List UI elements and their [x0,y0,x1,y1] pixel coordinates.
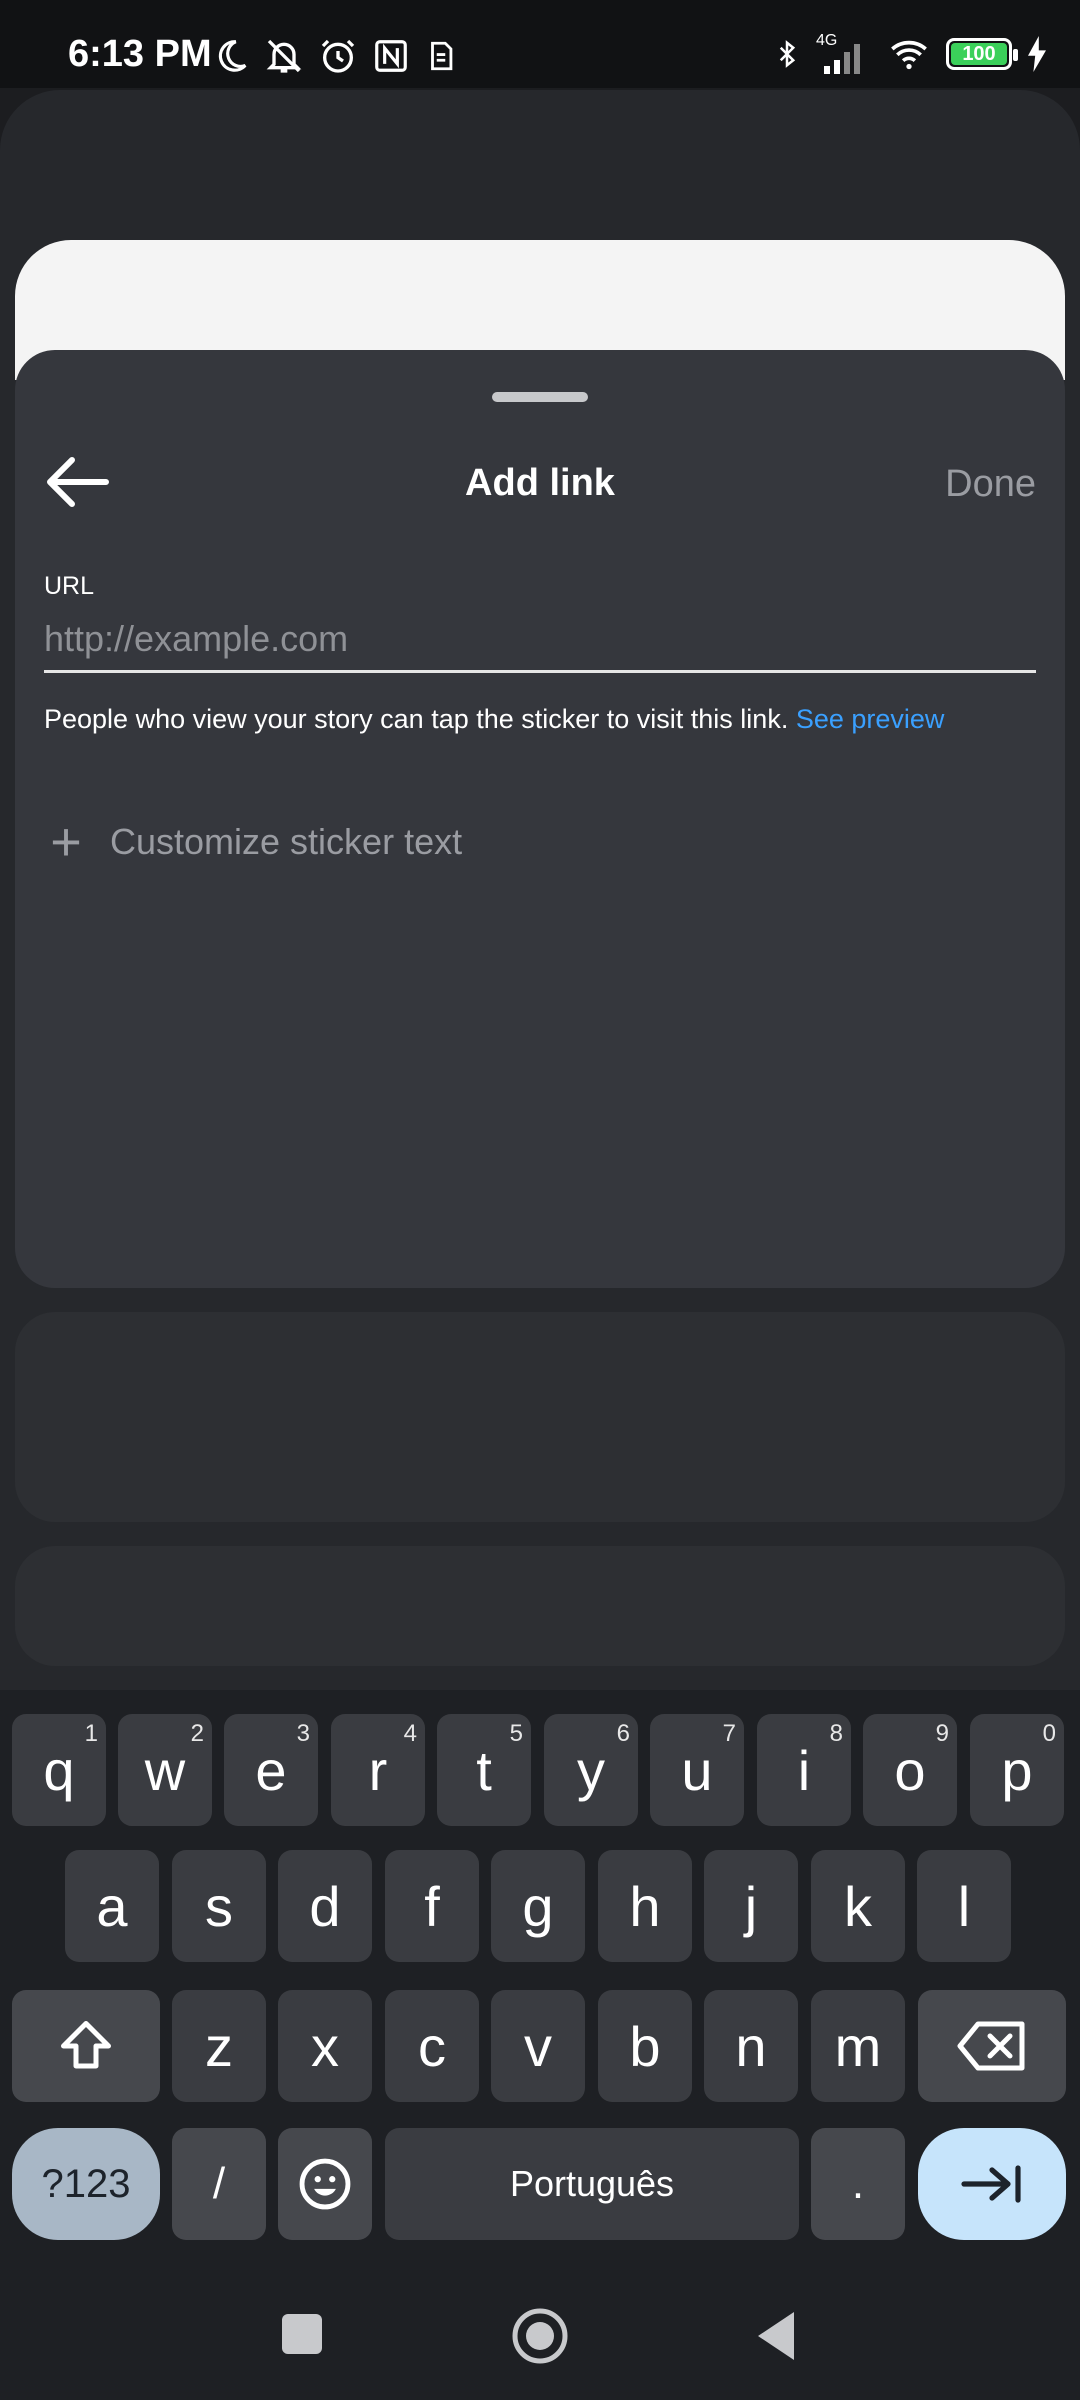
signal-icon [824,44,860,74]
drag-handle[interactable] [492,392,588,402]
key-f[interactable]: f [385,1850,479,1962]
emoji-key[interactable] [278,2128,372,2240]
key-k[interactable]: k [811,1850,905,1962]
battery-level: 100 [962,43,996,65]
navigation-bar [0,2260,1080,2400]
key-w[interactable]: w2 [118,1714,212,1826]
key-p[interactable]: p0 [970,1714,1064,1826]
key-m[interactable]: m [811,1990,905,2102]
key-t[interactable]: t5 [437,1714,531,1826]
shift-icon [61,2021,111,2069]
home-button[interactable] [510,2306,570,2366]
period-key[interactable]: . [811,2128,905,2240]
recents-button[interactable] [282,2314,322,2354]
key-i[interactable]: i8 [757,1714,851,1826]
bell-off-icon [266,39,302,73]
background-panel [15,1546,1065,1666]
url-input[interactable] [44,608,1036,673]
key-r[interactable]: r4 [331,1714,425,1826]
key-z[interactable]: z [172,1990,266,2102]
battery-icon: 100 [946,38,1018,70]
done-button[interactable]: Done [945,463,1036,506]
symbols-key[interactable]: ?123 [12,2128,160,2240]
key-o[interactable]: o9 [863,1714,957,1826]
emoji-icon [299,2158,351,2210]
status-time: 6:13 PM [68,33,212,75]
helper-description: People who view your story can tap the s… [44,704,789,734]
enter-key[interactable] [918,2128,1066,2240]
key-h[interactable]: h [598,1850,692,1962]
key-u[interactable]: u7 [650,1714,744,1826]
key-q[interactable]: q1 [12,1714,106,1826]
customize-label: Customize sticker text [110,821,463,862]
see-preview-link[interactable]: See preview [796,704,945,734]
keyboard: q1 w2 e3 r4 t5 y6 u7 i8 o9 p0 a s d f g … [0,1690,1080,2260]
url-label: URL [44,572,95,600]
page-title: Add link [465,462,615,504]
back-nav-button[interactable] [754,2310,798,2362]
plus-icon: + [50,812,82,872]
background-panel [15,1312,1065,1522]
nfc-icon [375,40,407,72]
bluetooth-icon [779,40,796,68]
key-x[interactable]: x [278,1990,372,2102]
key-y[interactable]: y6 [544,1714,638,1826]
wifi-icon [891,40,927,70]
alarm-icon [321,39,355,73]
key-a[interactable]: a [65,1850,159,1962]
status-icons-right: 4G 100 [772,30,1048,78]
tab-next-icon [961,2165,1021,2203]
signal-indicator: 4G [816,32,872,76]
helper-text: People who view your story can tap the s… [44,704,944,735]
key-j[interactable]: j [704,1850,798,1962]
key-c[interactable]: c [385,1990,479,2102]
status-icons-left [212,34,458,78]
key-s[interactable]: s [172,1850,266,1962]
key-d[interactable]: d [278,1850,372,1962]
moon-icon [218,40,247,72]
customize-sticker-text-button[interactable]: + Customize sticker text [44,812,462,872]
backspace-key[interactable] [918,1990,1066,2102]
key-l[interactable]: l [917,1850,1011,1962]
backspace-icon [957,2021,1025,2071]
key-g[interactable]: g [491,1850,585,1962]
charging-icon [1028,36,1046,72]
slash-key[interactable]: / [172,2128,266,2240]
key-b[interactable]: b [598,1990,692,2102]
key-e[interactable]: e3 [224,1714,318,1826]
key-v[interactable]: v [491,1990,585,2102]
sim-icon [431,41,453,71]
shift-key[interactable] [12,1990,160,2102]
space-key[interactable]: Português [385,2128,799,2240]
key-n[interactable]: n [704,1990,798,2102]
